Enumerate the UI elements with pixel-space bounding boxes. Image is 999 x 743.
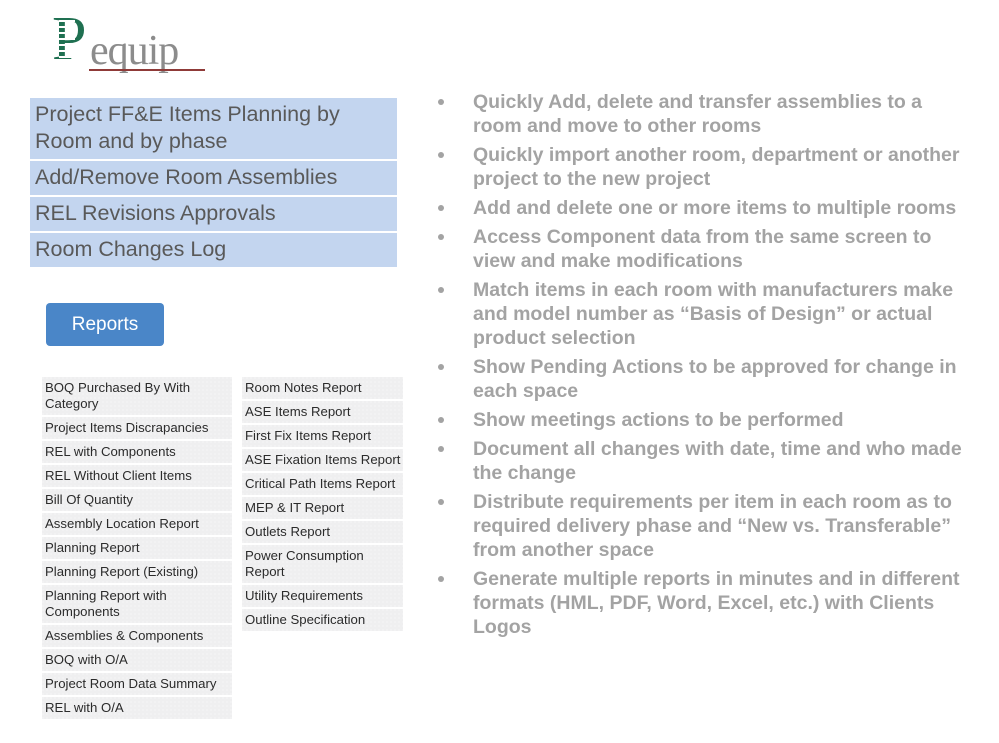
- benefit-list-item: Quickly import another room, department …: [432, 143, 972, 191]
- bullet-point-icon: [438, 576, 444, 582]
- benefit-text: Quickly Add, delete and transfer assembl…: [473, 91, 923, 137]
- report-list-item[interactable]: Assemblies & Components: [42, 625, 232, 647]
- report-list-right-column: Room Notes Report ASE Items Report First…: [242, 377, 403, 633]
- bullet-point-icon: [438, 499, 444, 505]
- benefit-text: Generate multiple reports in minutes and…: [473, 568, 960, 638]
- reports-button[interactable]: Reports: [46, 303, 164, 346]
- report-list-item[interactable]: Room Notes Report: [242, 377, 403, 399]
- benefit-text: Add and delete one or more items to mult…: [473, 197, 957, 219]
- report-list-item[interactable]: Planning Report: [42, 537, 232, 559]
- benefit-text: Distribute requirements per item in each…: [473, 491, 952, 561]
- benefit-list-item: Show Pending Actions to be approved for …: [432, 355, 972, 403]
- report-list-item[interactable]: Critical Path Items Report: [242, 473, 403, 495]
- benefit-text: Quickly import another room, department …: [473, 144, 960, 190]
- logo-wordmark: equip: [90, 28, 179, 74]
- report-list-item[interactable]: REL Without Client Items: [42, 465, 232, 487]
- benefit-list-item: Show meetings actions to be performed: [432, 408, 972, 432]
- benefit-text: Match items in each room with manufactur…: [473, 279, 954, 349]
- bullet-point-icon: [438, 205, 444, 211]
- benefits-list: Quickly Add, delete and transfer assembl…: [432, 90, 972, 644]
- benefit-list-item: Generate multiple reports in minutes and…: [432, 567, 972, 639]
- report-list-item[interactable]: ASE Items Report: [242, 401, 403, 423]
- report-list-item[interactable]: First Fix Items Report: [242, 425, 403, 447]
- benefit-list-item: Access Component data from the same scre…: [432, 225, 972, 273]
- bullet-point-icon: [438, 234, 444, 240]
- report-list-item[interactable]: Planning Report (Existing): [42, 561, 232, 583]
- report-list-item[interactable]: Project Room Data Summary: [42, 673, 232, 695]
- report-list-item[interactable]: Outline Specification: [242, 609, 403, 631]
- report-list-item[interactable]: Utility Requirements: [242, 585, 403, 607]
- report-list-item[interactable]: ASE Fixation Items Report: [242, 449, 403, 471]
- report-list-item[interactable]: Planning Report with Components: [42, 585, 232, 623]
- report-list-item[interactable]: REL with Components: [42, 441, 232, 463]
- benefit-text: Show Pending Actions to be approved for …: [473, 356, 957, 402]
- benefit-text: Access Component data from the same scre…: [473, 226, 932, 272]
- feature-row[interactable]: Room Changes Log: [30, 233, 397, 267]
- feature-row[interactable]: REL Revisions Approvals: [30, 197, 397, 231]
- logo-underline-rule: [89, 69, 205, 71]
- bullet-point-icon: [438, 99, 444, 105]
- benefit-list-item: Distribute requirements per item in each…: [432, 490, 972, 562]
- report-list-left-column: BOQ Purchased By With Category Project I…: [42, 377, 232, 721]
- report-list-item[interactable]: Power Consumption Report: [242, 545, 403, 583]
- report-list-item[interactable]: MEP & IT Report: [242, 497, 403, 519]
- logo-ruler-ticks-icon: [59, 20, 75, 68]
- report-list-item[interactable]: REL with O/A: [42, 697, 232, 719]
- bullet-point-icon: [438, 446, 444, 452]
- report-list-item[interactable]: Assembly Location Report: [42, 513, 232, 535]
- report-list-item[interactable]: Outlets Report: [242, 521, 403, 543]
- benefit-list-item: Quickly Add, delete and transfer assembl…: [432, 90, 972, 138]
- feature-panel: Project FF&E Items Planning by Room and …: [30, 98, 397, 269]
- benefit-text: Document all changes with date, time and…: [473, 438, 962, 484]
- benefit-list-item: Match items in each room with manufactur…: [432, 278, 972, 350]
- pequip-logo: P equip: [52, 8, 222, 74]
- bullet-point-icon: [438, 417, 444, 423]
- bullet-point-icon: [438, 364, 444, 370]
- feature-row[interactable]: Add/Remove Room Assemblies: [30, 161, 397, 195]
- feature-row[interactable]: Project FF&E Items Planning by Room and …: [30, 98, 397, 159]
- bullet-point-icon: [438, 287, 444, 293]
- bullet-point-icon: [438, 152, 444, 158]
- benefit-list-item: Document all changes with date, time and…: [432, 437, 972, 485]
- report-list-item[interactable]: Project Items Discrapancies: [42, 417, 232, 439]
- benefit-list-item: Add and delete one or more items to mult…: [432, 196, 972, 220]
- report-list-item[interactable]: BOQ with O/A: [42, 649, 232, 671]
- report-list-item[interactable]: Bill Of Quantity: [42, 489, 232, 511]
- benefit-text: Show meetings actions to be performed: [473, 409, 844, 431]
- report-list-item[interactable]: BOQ Purchased By With Category: [42, 377, 232, 415]
